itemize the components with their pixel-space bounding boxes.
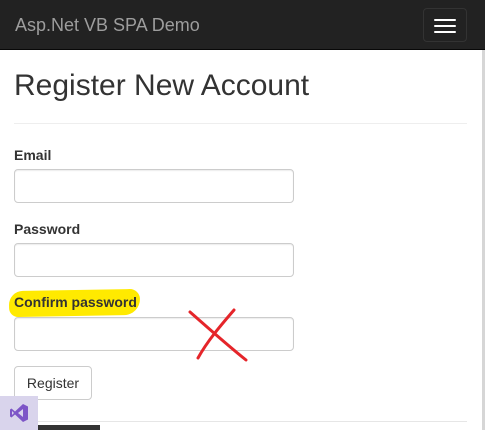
email-label: Email: [14, 147, 52, 163]
confirm-password-field[interactable]: [14, 317, 294, 351]
navbar-brand[interactable]: Asp.Net VB SPA Demo: [15, 14, 200, 36]
confirm-password-label: Confirm password: [14, 294, 137, 310]
page-title: Register New Account: [14, 69, 310, 102]
password-label: Password: [14, 221, 81, 237]
email-field[interactable]: [14, 169, 294, 203]
navbar: Asp.Net VB SPA Demo: [0, 0, 485, 50]
visual-studio-icon: [10, 404, 28, 422]
navbar-toggle-button[interactable]: [423, 8, 467, 42]
taskbar-app-tile[interactable]: [0, 396, 38, 430]
title-divider: [14, 123, 467, 124]
password-field[interactable]: [14, 243, 294, 277]
footer-divider: [14, 421, 467, 422]
register-button[interactable]: Register: [14, 366, 92, 400]
hamburger-menu-icon: [434, 19, 456, 21]
